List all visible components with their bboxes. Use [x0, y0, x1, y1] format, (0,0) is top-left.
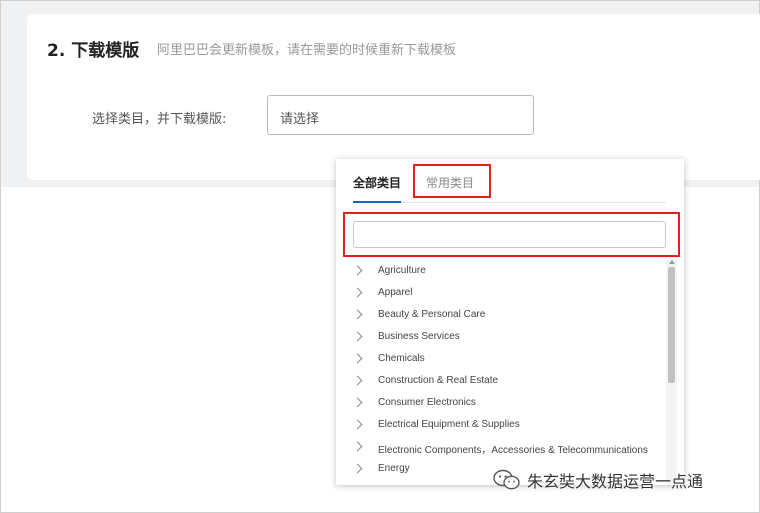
scroll-up-arrow-icon[interactable] — [669, 260, 675, 264]
highlight-box-common-tab — [413, 164, 491, 198]
step-title: 2. 下载模版 — [47, 41, 140, 61]
chevron-right-icon — [352, 353, 363, 364]
category-dropdown: 全部类目 常用类目 Agriculture Apparel Beauty & P… — [336, 159, 684, 485]
chevron-right-icon — [352, 375, 363, 386]
scrollbar-thumb[interactable] — [668, 267, 675, 383]
chevron-right-icon — [352, 463, 363, 474]
list-item-label: Apparel — [378, 287, 413, 298]
list-item[interactable]: Chemicals — [336, 349, 666, 371]
chevron-right-icon — [352, 331, 363, 342]
chevron-right-icon — [352, 309, 363, 320]
highlight-box-search — [343, 212, 680, 257]
wechat-icon — [493, 469, 520, 490]
list-item[interactable]: Beauty & Personal Care — [336, 305, 666, 327]
step-subtitle: 阿里巴巴会更新模板，请在需要的时候重新下载模板 — [157, 43, 457, 58]
list-item[interactable]: Agriculture — [336, 261, 666, 283]
list-item[interactable]: Apparel — [336, 283, 666, 305]
chevron-right-icon — [352, 265, 363, 276]
list-scrollbar[interactable] — [666, 259, 677, 485]
category-list: Agriculture Apparel Beauty & Personal Ca… — [336, 261, 666, 481]
category-select-label: 选择类目，并下载模版: — [92, 112, 227, 127]
list-item-label: Agriculture — [378, 265, 426, 276]
chevron-right-icon — [352, 287, 363, 298]
chevron-right-icon — [352, 419, 363, 430]
tab-all-categories[interactable]: 全部类目 — [353, 174, 401, 191]
list-item-label: Chemicals — [378, 353, 425, 364]
list-item[interactable]: Electronic Components，Accessories & Tele… — [336, 437, 666, 459]
list-item[interactable]: Business Services — [336, 327, 666, 349]
list-item-label: Consumer Electronics — [378, 397, 476, 408]
chevron-right-icon — [352, 397, 363, 408]
list-item-label: Construction & Real Estate — [378, 375, 499, 386]
watermark-text: 朱玄奘大数据运营一点通 — [527, 472, 704, 491]
list-item-label: Energy — [378, 463, 410, 474]
list-item-label: Electronic Components，Accessories & Tele… — [378, 445, 648, 456]
list-item[interactable]: Electrical Equipment & Supplies — [336, 415, 666, 437]
watermark: 朱玄奘大数据运营一点通 — [493, 468, 703, 492]
list-item-label: Business Services — [378, 331, 460, 342]
active-tab-indicator — [353, 201, 401, 203]
list-item-label: Electrical Equipment & Supplies — [378, 419, 520, 430]
list-item-label: Beauty & Personal Care — [378, 309, 486, 320]
list-item[interactable]: Consumer Electronics — [336, 393, 666, 415]
list-item[interactable]: Construction & Real Estate — [336, 371, 666, 393]
chevron-right-icon — [352, 441, 363, 452]
category-select-placeholder: 请选择 — [280, 112, 320, 127]
category-select[interactable]: 请选择 — [267, 95, 534, 135]
